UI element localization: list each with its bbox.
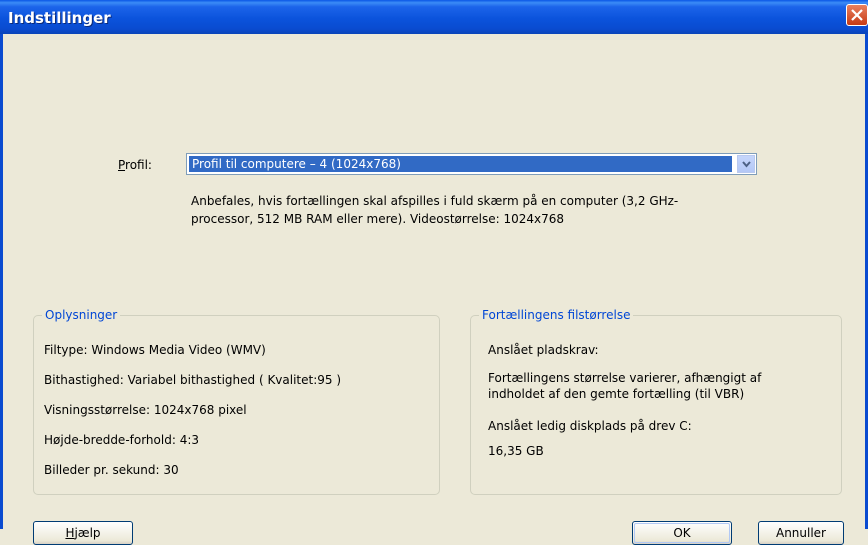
filesize-groupbox: Fortællingens filstørrelse Anslået plads… xyxy=(470,308,842,495)
profile-selected-value: Profil til computere – 4 (1024x768) xyxy=(189,156,732,172)
profile-label-text: rofil: xyxy=(125,158,152,172)
profile-dropdown-button[interactable] xyxy=(737,155,755,173)
profile-description: Anbefales, hvis fortællingen skal afspil… xyxy=(191,194,679,226)
profile-dropdown[interactable]: Profil til computere – 4 (1024x768) xyxy=(186,153,757,175)
ok-button[interactable]: OK xyxy=(632,521,732,545)
info-aspect-ratio: Højde-bredde-forhold: 4:3 xyxy=(44,433,200,447)
info-filetype: Filtype: Windows Media Video (WMV) xyxy=(44,343,266,357)
title-bar[interactable]: Indstillinger xyxy=(0,0,868,34)
free-space-label: Anslået ledig diskplads på drev C: xyxy=(488,419,692,433)
info-groupbox-title: Oplysninger xyxy=(42,308,121,322)
cancel-button[interactable]: Annuller xyxy=(758,521,844,545)
chevron-down-icon xyxy=(742,161,751,168)
estimated-space-label: Anslået pladskrav: xyxy=(488,343,599,357)
info-bitrate: Bithastighed: Variabel bithastighed ( Kv… xyxy=(44,373,342,387)
filesize-groupbox-title: Fortællingens filstørrelse xyxy=(479,308,634,322)
dialog-body: Profil: Profil til computere – 4 (1024x7… xyxy=(3,34,865,545)
profile-label-accel: P xyxy=(118,158,126,172)
profile-label: Profil: xyxy=(118,158,152,172)
size-note: Fortællingens størrelse varierer, afhæng… xyxy=(488,371,762,401)
help-button-label: jælp xyxy=(74,526,101,540)
close-icon xyxy=(851,9,863,21)
free-space-value: 16,35 GB xyxy=(488,444,544,458)
close-button[interactable] xyxy=(846,4,868,26)
info-frame-rate: Billeder pr. sekund: 30 xyxy=(44,463,179,477)
window-title: Indstillinger xyxy=(8,9,111,27)
info-groupbox: Oplysninger Filtype: Windows Media Video… xyxy=(33,308,440,495)
help-button[interactable]: Hjælp xyxy=(33,521,133,545)
info-display-size: Visningsstørrelse: 1024x768 pixel xyxy=(44,403,247,417)
